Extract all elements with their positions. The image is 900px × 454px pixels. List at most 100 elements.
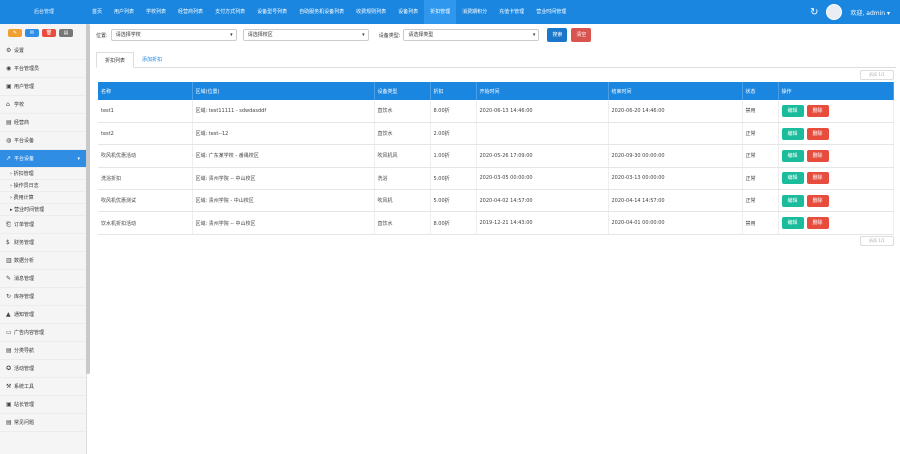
edit-button[interactable]: 编辑 — [781, 172, 804, 185]
cell-area: 区域: test--12 — [192, 122, 375, 146]
campus-select[interactable]: 请选择校区 ▾ — [242, 29, 369, 41]
sidebar-sub-fee-calc[interactable]: › 费用计算 — [0, 192, 86, 204]
device-type-select[interactable]: 请选择类型 ▾ — [403, 29, 540, 41]
col-discount: 折扣 — [430, 82, 477, 100]
sidebar-item-orders[interactable]: ⎗ 订单管理 — [0, 216, 86, 234]
user-menu[interactable]: 欢迎, admin ▾ — [850, 8, 890, 17]
user-icon: ▣ — [6, 83, 12, 90]
col-device-type: 设备类型 — [374, 82, 431, 100]
sidebar-item-admins[interactable]: ◉ 平台管理员 — [0, 60, 86, 78]
delete-button[interactable]: 删除 — [806, 104, 829, 117]
cell-name: 洗浴折扣 — [98, 167, 193, 191]
nav-discounts[interactable]: 折扣管理 — [424, 0, 457, 24]
delete-button[interactable]: 删除 — [806, 217, 829, 230]
edit-button[interactable]: 编辑 — [781, 104, 804, 117]
tab-bar: 折扣列表 添加折扣 — [96, 52, 896, 68]
list-shortcut-icon[interactable]: ▤ — [59, 29, 73, 37]
sidebar-sub-business-hours[interactable]: ▸ 营业时间管理 — [0, 204, 86, 216]
refresh-small-icon: ↻ — [6, 293, 12, 300]
refresh-icon[interactable]: ↻ — [810, 7, 818, 18]
nav-payment-methods[interactable]: 支付方式列表 — [209, 0, 251, 24]
nav-devices[interactable]: 设备列表 — [392, 0, 424, 24]
filter-bar: 位置: 请选择学校 ▾ 请选择校区 ▾ 设备类型: 请选择类型 ▾ 搜索 清空 — [96, 28, 592, 42]
edit-shortcut-icon[interactable]: ✎ — [8, 29, 22, 37]
cell-end-time: 2020-06-20 14:46:00 — [608, 100, 743, 123]
pager-bottom[interactable]: 折扣 1/1 — [860, 236, 894, 246]
table-row: test1 区域: test11111 - sdwdasddf 直饮水 8.00… — [98, 100, 894, 123]
tab-discount-list[interactable]: 折扣列表 — [96, 52, 135, 68]
brand-title[interactable]: 后台管理 — [0, 0, 88, 24]
reset-button[interactable]: 清空 — [571, 28, 592, 42]
cell-status: 正常 — [742, 144, 779, 168]
bell-icon: ▲ — [6, 311, 11, 318]
sidebar-item-faq[interactable]: ▤ 常见问题 — [0, 414, 86, 432]
cell-device-type: 吹风机 — [374, 189, 431, 213]
sidebar-item-inventory[interactable]: ↻ 库存管理 — [0, 288, 86, 306]
delete-button[interactable]: 删除 — [806, 194, 829, 207]
sidebar-item-settings[interactable]: ⚙ 设置 — [0, 42, 86, 60]
nav-selfservice-devices[interactable]: 自助服务机设备列表 — [293, 0, 350, 24]
cell-end-time: 2020-04-01 00:00:00 — [608, 211, 743, 235]
tab-add-discount[interactable]: 添加折扣 — [134, 52, 170, 67]
sidebar-item-operators[interactable]: ▤ 经营商 — [0, 114, 86, 132]
sidebar-sub-operator-log[interactable]: › 操作员日志 — [0, 180, 86, 192]
delete-button[interactable]: 删除 — [806, 149, 829, 162]
gear-icon: ⚙ — [6, 47, 12, 54]
sidebar-item-school[interactable]: ⌂ 学校 — [0, 96, 86, 114]
sidebar-item-users[interactable]: ▣ 用户管理 — [0, 78, 86, 96]
nav-users[interactable]: 用户列表 — [108, 0, 140, 24]
sidebar-item-analytics[interactable]: ▥ 数据分析 — [0, 252, 86, 270]
order-icon: ⎗ — [6, 221, 11, 228]
trash-shortcut-icon[interactable]: 🗑 — [42, 29, 56, 37]
table-row: 洗浴折扣 区域: 贵州学院 -- 中山校区 洗浴 5.00折 2020-03-0… — [98, 167, 894, 191]
sidebar-item-platform[interactable]: ◍ 平台设备 — [0, 132, 86, 150]
delete-button[interactable]: 删除 — [806, 127, 829, 140]
cell-discount: 5.00折 — [430, 167, 477, 191]
sidebar-item-notices[interactable]: ▲ 通知管理 — [0, 306, 86, 324]
nav-recharge-cards[interactable]: 充值卡管理 — [493, 0, 530, 24]
nav-charge-rules[interactable]: 收费规则列表 — [350, 0, 392, 24]
nav-schools[interactable]: 学校列表 — [140, 0, 172, 24]
sidebar-item-categories[interactable]: ▤ 分类导航 — [0, 342, 86, 360]
col-area: 区域(位置) — [192, 82, 375, 100]
sidebar-item-tools[interactable]: ⚒ 系统工具 — [0, 378, 86, 396]
col-name: 名称 — [98, 82, 193, 100]
nav-operators[interactable]: 经营商列表 — [172, 0, 209, 24]
chevron-down-icon: ▾ — [532, 32, 536, 38]
sidebar-scrollbar[interactable] — [86, 24, 90, 374]
cell-start-time: 2020-05-26 17:09:00 — [476, 144, 609, 168]
nav-device-models[interactable]: 设备型号列表 — [251, 0, 293, 24]
cell-status: 禁用 — [742, 100, 779, 123]
nav-business-hours[interactable]: 营业时间管理 — [530, 0, 572, 24]
edit-button[interactable]: 编辑 — [781, 127, 804, 140]
avatar[interactable] — [826, 4, 843, 20]
sidebar-item-platform-devices[interactable]: ↗ 平台设备 ▾ — [0, 150, 86, 168]
school-icon: ⌂ — [6, 101, 10, 108]
cell-name: 饮水机折扣活动 — [98, 211, 193, 235]
sidebar-item-site-admin[interactable]: ▣ 站长管理 — [0, 396, 86, 414]
faq-icon: ▤ — [6, 419, 12, 426]
edit-button[interactable]: 编辑 — [781, 149, 804, 162]
nav-points[interactable]: 消费期积分 — [456, 0, 493, 24]
delete-button[interactable]: 删除 — [806, 172, 829, 185]
sidebar-item-finance[interactable]: $ 财务管理 — [0, 234, 86, 252]
dollar-icon: $ — [6, 239, 10, 246]
ad-icon: ▭ — [6, 329, 12, 336]
school-select[interactable]: 请选择学校 ▾ — [110, 29, 237, 41]
main-content: 位置: 请选择学校 ▾ 请选择校区 ▾ 设备类型: 请选择类型 ▾ 搜索 清空 折扣列… — [92, 24, 900, 454]
cell-discount: 8.00折 — [430, 211, 477, 235]
nav-home[interactable]: 首页 — [86, 0, 108, 24]
cell-start-time: 2020-06-13 14:46:00 — [476, 100, 609, 123]
sidebar-item-activities[interactable]: ✪ 活动管理 — [0, 360, 86, 378]
sidebar-sub-discounts[interactable]: › 折扣管理 — [0, 168, 86, 180]
message-shortcut-icon[interactable]: ✉ — [25, 29, 39, 37]
search-button[interactable]: 搜索 — [547, 28, 568, 42]
edit-button[interactable]: 编辑 — [781, 194, 804, 207]
pager-top[interactable]: 折扣 1/1 — [860, 70, 894, 80]
sidebar-item-messages[interactable]: ✎ 消息管理 — [0, 270, 86, 288]
edit-button[interactable]: 编辑 — [781, 217, 804, 230]
sidebar-item-ads[interactable]: ▭ 广告内容管理 — [0, 324, 86, 342]
cell-area: 区域: 贵州学院 -- 中山校区 — [192, 167, 375, 191]
top-navbar: 后台管理 首页 用户列表 学校列表 经营商列表 支付方式列表 设备型号列表 自助… — [0, 0, 900, 24]
cell-device-type: 直饮水 — [374, 122, 431, 146]
